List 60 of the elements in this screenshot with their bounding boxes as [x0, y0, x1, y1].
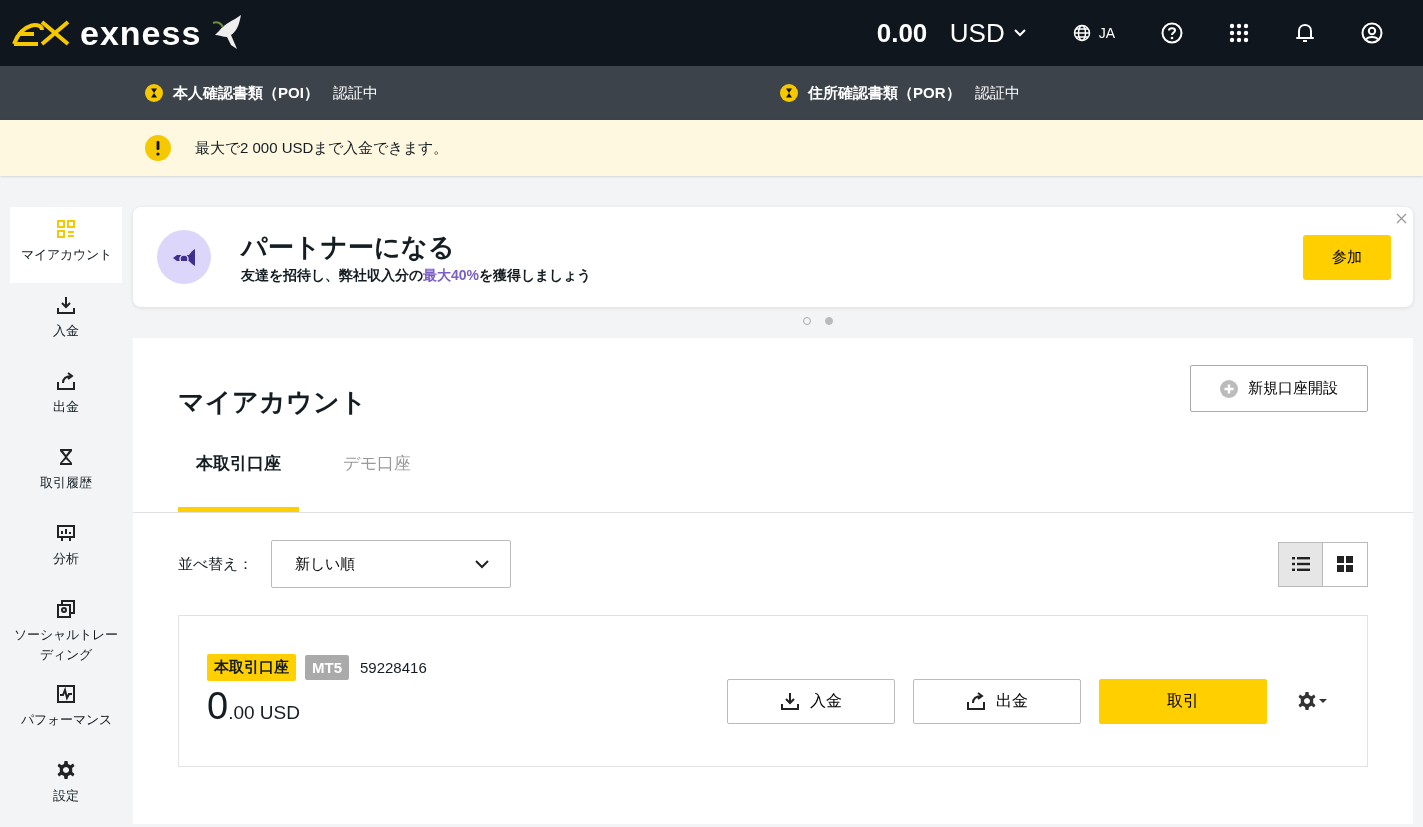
verification-status: 認証中	[332, 83, 378, 103]
sidebar-item[interactable]: 入金	[10, 283, 122, 359]
list-icon	[1291, 557, 1310, 571]
page-title: マイアカウント	[178, 386, 367, 419]
sort-label: 並べ替え：	[178, 554, 253, 574]
grid-icon	[1337, 556, 1353, 572]
list-view-button[interactable]	[1278, 541, 1323, 587]
download-icon	[780, 691, 800, 711]
verification-status: 認証中	[974, 83, 1020, 103]
sidebar-item[interactable]: 取引履歴	[10, 435, 122, 511]
notice-text: 最大で2 000 USDまで入金できます。	[195, 138, 449, 158]
verification-label: 住所確認書類（POR）	[808, 83, 961, 103]
account-number: 59228416	[360, 659, 427, 676]
close-icon[interactable]	[1396, 213, 1407, 224]
sidebar-item[interactable]: 出金	[10, 359, 122, 435]
copy-icon	[56, 599, 76, 619]
new-account-button[interactable]: 新規口座開設	[1190, 365, 1368, 412]
sidebar-item[interactable]: ソーシャルトレーディング	[10, 587, 122, 672]
download-icon	[56, 295, 76, 315]
grid-view-button[interactable]	[1323, 541, 1368, 587]
hourglass-icon	[780, 84, 798, 102]
sort-dropdown[interactable]: 新しい順	[271, 540, 511, 588]
promo-subtitle: 友達を招待し、弊社収入分の最大40%を獲得しましょう	[241, 266, 593, 285]
horn-icon	[157, 230, 211, 284]
platform-tag: MT5	[305, 655, 349, 680]
hourglass-icon	[145, 84, 163, 102]
sidebar-item[interactable]: 設定	[10, 748, 122, 824]
trade-button[interactable]: 取引	[1099, 678, 1267, 724]
user-account-icon[interactable]	[1361, 22, 1383, 44]
upload-icon	[966, 691, 986, 711]
plus-circle-icon	[1220, 379, 1238, 398]
sidebar-item[interactable]: 分析	[10, 511, 122, 587]
deposit-button[interactable]: 入金	[727, 678, 895, 724]
dashboard-icon	[56, 219, 76, 239]
sidebar-item[interactable]: マイアカウント	[10, 207, 122, 283]
promo-title: パートナーになる	[241, 230, 456, 264]
apps-grid-icon[interactable]	[1229, 23, 1249, 43]
upload-icon	[56, 371, 76, 391]
account-tab[interactable]: 本取引口座	[178, 442, 299, 512]
help-icon[interactable]	[1161, 22, 1183, 44]
settings-icon	[56, 760, 76, 780]
chevron-down-icon	[1012, 28, 1027, 38]
carousel-dot[interactable]	[825, 317, 833, 325]
language-button[interactable]: JA	[1072, 24, 1115, 42]
pulse-icon	[56, 684, 76, 704]
withdraw-button[interactable]: 出金	[913, 678, 1081, 724]
sidebar-item[interactable]: パフォーマンス	[10, 672, 122, 748]
settings-menu-icon[interactable]	[1297, 691, 1329, 711]
account-balance: 0.00 USD	[207, 685, 301, 728]
chart-board-icon	[56, 523, 76, 543]
balance-dropdown[interactable]: 0.00 USD	[876, 17, 1027, 49]
account-type-tag: 本取引口座	[207, 654, 296, 681]
bell-icon[interactable]	[1295, 22, 1315, 44]
join-button[interactable]: 参加	[1303, 234, 1391, 280]
logo-icon	[12, 20, 70, 46]
warning-icon	[145, 135, 171, 161]
globe-icon	[1072, 24, 1091, 42]
chevron-down-icon	[474, 559, 490, 569]
verification-label: 本人確認書類（POI）	[173, 83, 319, 103]
logo-text[interactable]: exness	[80, 13, 202, 53]
